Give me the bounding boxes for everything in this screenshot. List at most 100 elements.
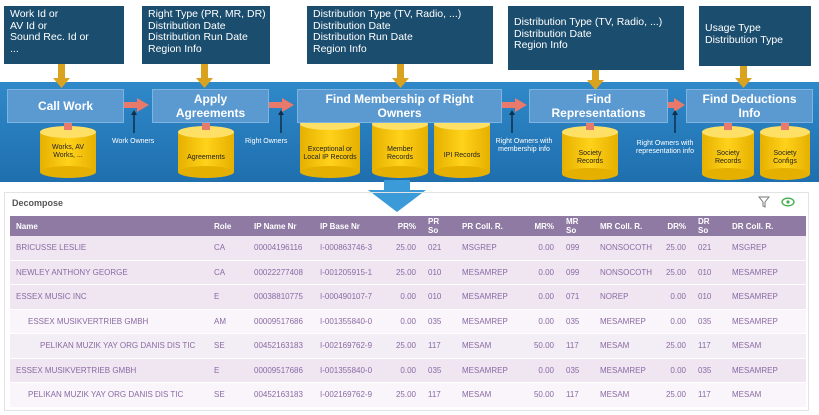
col-ip-base-nr[interactable]: IP Base Nr <box>314 216 388 236</box>
table-row[interactable]: PELIKAN MUZIK YAY ORG DANIS DIS TIC SE 004… <box>10 333 806 359</box>
table-cell: MESAMREP <box>456 260 526 285</box>
col-dr-coll[interactable]: DR Coll. R. <box>726 216 806 236</box>
table-cell: I-001355840-0 <box>314 358 388 383</box>
table-cell: 00038810775 <box>248 284 314 310</box>
table-cell: 0.00 <box>526 236 560 261</box>
down-arrows <box>53 64 752 90</box>
table-cell: 117 <box>692 333 726 359</box>
table-cell: MESAMREP <box>726 284 806 310</box>
panel-title: Decompose <box>12 198 64 208</box>
label-work-owners: Work Owners <box>112 138 155 145</box>
table-cell: NONSOCOTH <box>594 236 658 261</box>
table-cell: 035 <box>692 309 726 334</box>
store-label: Society Records <box>714 150 742 165</box>
table-cell: 00004196116 <box>248 236 314 261</box>
table-cell: PELIKAN MUZIK YAY ORG DANIS DIS TIC <box>10 333 208 359</box>
table-row[interactable]: ESSEX MUSIKVERTRIEB GMBH AM 00009517686 I-0… <box>10 309 806 334</box>
store-label: Exceptional or Local IP Records <box>303 146 357 161</box>
filter-icon[interactable] <box>758 196 770 208</box>
table-cell: 035 <box>422 358 456 383</box>
process-find-representations: Find Representations <box>529 89 668 123</box>
store-label: Society Records <box>576 150 604 165</box>
table-cell: 0.00 <box>658 284 692 310</box>
table-cell: I-002169762-9 <box>314 382 388 408</box>
table-cell: I-001205915-1 <box>314 260 388 285</box>
table-cell: 0.00 <box>526 284 560 310</box>
table-row[interactable]: NEWLEY ANTHONY GEORGE CA 00022277408 I-0012… <box>10 260 806 285</box>
table-cell: MESAM <box>456 382 526 408</box>
store-label: Member Records <box>386 146 414 161</box>
table-cell: AM <box>208 309 248 334</box>
table-cell: MESAMREP <box>594 309 658 334</box>
table-cell: 25.00 <box>658 260 692 285</box>
table-cell: MSGREP <box>726 236 806 261</box>
table-cell: MSGREP <box>456 236 526 261</box>
store-label: IPI Records <box>443 152 481 159</box>
col-dr-so[interactable]: DR So <box>692 216 726 236</box>
table-cell: E <box>208 358 248 383</box>
table-cell: I-000863746-3 <box>314 236 388 261</box>
table-cell: CA <box>208 236 248 261</box>
table-cell: 071 <box>560 284 594 310</box>
col-pr-coll[interactable]: PR Coll. R. <box>456 216 526 236</box>
table-cell: MESAMREP <box>456 358 526 383</box>
table-cell: SE <box>208 333 248 359</box>
col-pr-so[interactable]: PR So <box>422 216 456 236</box>
table-cell: 0.00 <box>526 358 560 383</box>
store-label: Agreements <box>187 154 225 161</box>
table-cell: NEWLEY ANTHONY GEORGE <box>10 260 208 285</box>
label-right-owners: Right Owners <box>245 138 288 145</box>
table-cell: 25.00 <box>658 333 692 359</box>
table-cell: 0.00 <box>658 309 692 334</box>
col-ip-name-nr[interactable]: IP Name Nr <box>248 216 314 236</box>
table-cell: 117 <box>560 333 594 359</box>
col-pr-pct[interactable]: PR% <box>388 216 422 236</box>
table-cell: 035 <box>422 309 456 334</box>
process-find-membership: Find Membership of Right Owners <box>297 89 502 123</box>
table-cell: 25.00 <box>658 236 692 261</box>
eye-icon[interactable] <box>781 197 795 207</box>
table-row[interactable]: ESSEX MUSIKVERTRIEB GMBH E 00009517686 I-00… <box>10 358 806 383</box>
table-row[interactable]: BRICUSSE LESLIE CA 00004196116 I-000863746-… <box>10 236 806 261</box>
table-cell: 0.00 <box>526 260 560 285</box>
table-cell: SE <box>208 382 248 408</box>
table-cell: 0.00 <box>658 358 692 383</box>
table-cell: MESAM <box>726 382 806 408</box>
table-cell: 25.00 <box>388 382 422 408</box>
table-row[interactable]: PELIKAN MUZIK YAY ORG DANIS DIS TIC SE 004… <box>10 382 806 408</box>
col-mr-coll[interactable]: MR Coll. R. <box>594 216 658 236</box>
table-cell: 25.00 <box>388 236 422 261</box>
table-cell: NOREP <box>594 284 658 310</box>
table-cell: 099 <box>560 260 594 285</box>
col-mr-pct[interactable]: MR% <box>526 216 560 236</box>
table-cell: CA <box>208 260 248 285</box>
table-cell: 010 <box>422 260 456 285</box>
table-cell: 25.00 <box>658 382 692 408</box>
table-cell: MESAMREP <box>456 309 526 334</box>
table-cell: 25.00 <box>388 333 422 359</box>
table-cell: MESAM <box>594 382 658 408</box>
table-cell: MESAMREP <box>726 260 806 285</box>
table-cell: 117 <box>422 333 456 359</box>
col-mr-so[interactable]: MR So <box>560 216 594 236</box>
process-call-work: Call Work <box>7 89 124 123</box>
process-label: Find Representations <box>551 92 646 120</box>
table-cell: 021 <box>422 236 456 261</box>
table-cell: 00022277408 <box>248 260 314 285</box>
table-cell: 50.00 <box>526 382 560 408</box>
table-cell: ESSEX MUSIKVERTRIEB GMBH <box>10 309 208 334</box>
table-cell: 00009517686 <box>248 358 314 383</box>
table-cell: 010 <box>422 284 456 310</box>
table-row[interactable]: ESSEX MUSIC INC E 00038810775 I-000490107-7… <box>10 284 806 310</box>
table-cell: 00452163183 <box>248 333 314 359</box>
table-cell: MESAM <box>594 333 658 359</box>
table-cell: 25.00 <box>388 260 422 285</box>
table-cell: I-000490107-7 <box>314 284 388 310</box>
table-cell: E <box>208 284 248 310</box>
col-role[interactable]: Role <box>208 216 248 236</box>
col-dr-pct[interactable]: DR% <box>658 216 692 236</box>
process-apply-agreements: Apply Agreements <box>152 89 269 123</box>
table-cell: MESAMREP <box>594 358 658 383</box>
col-name[interactable]: Name <box>10 216 208 236</box>
table-cell: ESSEX MUSIC INC <box>10 284 208 310</box>
